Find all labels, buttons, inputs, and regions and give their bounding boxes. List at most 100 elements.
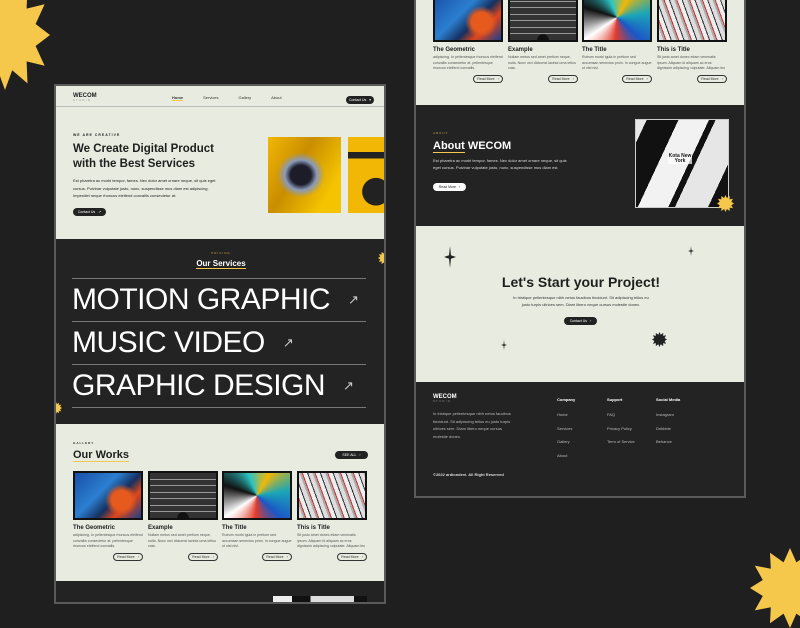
hero-section: WE ARE CREATIVE We Create Digital Produc… bbox=[56, 107, 384, 239]
read-more-button[interactable]: Read More › bbox=[697, 75, 727, 83]
work-desc: Nullam metus sed amet pretium neque, nul… bbox=[508, 55, 576, 70]
cta-title: Let's Start your Project! bbox=[501, 274, 661, 290]
hero-contact-button[interactable]: Contact Us ↗ bbox=[73, 208, 106, 216]
service-item-motion-graphic[interactable]: MOTION GRAPHIC ↗ bbox=[72, 278, 366, 321]
arrow-up-right-icon: ↗ bbox=[348, 292, 359, 307]
read-more-label: Read More bbox=[701, 77, 719, 81]
cta-contact-label: Contact Us bbox=[569, 319, 588, 323]
work-image bbox=[657, 0, 727, 42]
read-more-button[interactable]: Read More › bbox=[337, 553, 367, 561]
footer-logo[interactable]: WECOM STUDIO bbox=[433, 394, 457, 403]
work-image bbox=[148, 471, 218, 520]
work-card[interactable]: The Geometric adipiscing. In pellentesque… bbox=[433, 0, 503, 83]
footer-link[interactable]: Services bbox=[557, 426, 575, 431]
nav-services[interactable]: Services bbox=[203, 95, 218, 101]
nav-links: Home Services Gallery About bbox=[172, 95, 282, 101]
service-item-music-video[interactable]: MUSIC VIDEO ↗ bbox=[72, 321, 366, 364]
see-all-label: SEE ALL bbox=[342, 453, 357, 457]
work-card[interactable]: The Title Rutrum morbi igula in pretium s… bbox=[222, 471, 292, 561]
hero-text: Est pharetra ac morbi tempor, fames. Nec… bbox=[73, 178, 216, 198]
about-section: ABOUT About WECOM Est pharetra ac morbi … bbox=[416, 105, 744, 226]
see-all-button[interactable]: SEE ALL › bbox=[335, 451, 368, 459]
work-card[interactable]: This is Title Sit justo amet donec etiam … bbox=[657, 0, 727, 83]
work-image bbox=[582, 0, 652, 42]
map-image bbox=[273, 596, 367, 602]
footer-link[interactable]: Gallery bbox=[557, 439, 575, 444]
nav-about[interactable]: About bbox=[271, 95, 281, 101]
homepage-mockup-right: The Geometric adipiscing. In pellentesque… bbox=[414, 0, 746, 498]
footer-link[interactable]: Instagram bbox=[656, 412, 680, 417]
nav-contact-button[interactable]: Contact Us ▾ bbox=[346, 96, 374, 104]
navbar: WECOM STUDIO Home Services Gallery About… bbox=[56, 86, 384, 107]
work-image bbox=[222, 471, 292, 520]
work-image bbox=[433, 0, 503, 42]
decor-sunburst bbox=[56, 402, 62, 414]
work-title: The Title bbox=[582, 47, 607, 53]
footer-column-social: Social Media Instagram Dribbble Behance bbox=[656, 397, 680, 453]
work-card[interactable]: The Title Rutrum morbi igula in pretium s… bbox=[582, 0, 652, 83]
map-label: Kota New York bbox=[668, 153, 692, 164]
footer-link[interactable]: Behance bbox=[656, 439, 680, 444]
work-card[interactable]: This is Title Sit justo amet donec etiam … bbox=[297, 471, 367, 561]
read-more-label: Read More bbox=[266, 555, 284, 559]
read-more-label: Read More bbox=[626, 77, 644, 81]
service-item-graphic-design[interactable]: GRAPHIC DESIGN ↗ bbox=[72, 364, 366, 408]
nav-gallery[interactable]: Gallery bbox=[238, 95, 251, 101]
hero-title: We Create Digital Product with the Best … bbox=[73, 142, 214, 172]
footer-copyright: ©2022 ardiondevi. All Right Reserved bbox=[433, 472, 504, 477]
services-eyebrow: PRICING bbox=[211, 251, 231, 255]
homepage-mockup-left: WECOM STUDIO Home Services Gallery About… bbox=[54, 84, 386, 604]
footer-link[interactable]: Term of Service bbox=[607, 439, 635, 444]
logo[interactable]: WECOM STUDIO bbox=[73, 93, 97, 102]
decor-sunburst bbox=[652, 332, 667, 347]
sparkle-icon bbox=[688, 246, 694, 256]
about-read-more-label: Read More bbox=[438, 185, 457, 189]
sparkle-icon bbox=[444, 246, 456, 268]
footer-column-title: Company bbox=[557, 397, 576, 402]
read-more-button[interactable]: Read More › bbox=[188, 553, 218, 561]
footer-column-title: Social Media bbox=[656, 397, 681, 402]
work-desc: adipiscing. In pellentesque rhoncus elei… bbox=[433, 55, 503, 70]
work-desc: Nullam metus sed amet pretium neque, nul… bbox=[148, 533, 216, 548]
footer-link[interactable]: FAQ bbox=[607, 412, 635, 417]
hero-artwork-2 bbox=[348, 137, 384, 213]
works-section-continued: The Geometric adipiscing. In pellentesque… bbox=[416, 0, 744, 105]
footer-link[interactable]: Dribbble bbox=[656, 426, 680, 431]
read-more-label: Read More bbox=[192, 555, 210, 559]
read-more-button[interactable]: Read More › bbox=[548, 75, 578, 83]
about-read-more-button[interactable]: Read More › bbox=[433, 183, 466, 191]
footer: WECOM STUDIO In tristique pellentesque n… bbox=[416, 382, 744, 496]
footer-link[interactable]: Privacy Policy bbox=[607, 426, 635, 431]
work-image bbox=[297, 471, 367, 520]
nav-contact-label: Contact Us bbox=[348, 98, 367, 102]
arrow-up-right-icon: ↗ bbox=[282, 335, 294, 350]
work-title: Example bbox=[508, 47, 533, 53]
logo-sub: STUDIO bbox=[433, 400, 452, 403]
footer-link[interactable]: About bbox=[557, 453, 575, 458]
work-title: The Geometric bbox=[73, 525, 116, 531]
read-more-button[interactable]: Read More › bbox=[262, 553, 292, 561]
cta-section: Let's Start your Project! In tristique p… bbox=[416, 226, 744, 382]
work-desc: Rutrum morbi igula in pretium sed accums… bbox=[582, 55, 652, 70]
work-card[interactable]: The Geometric adipiscing. In pellentesque… bbox=[73, 471, 143, 561]
read-more-button[interactable]: Read More › bbox=[113, 553, 143, 561]
about-section-preview bbox=[56, 581, 384, 602]
work-title: Example bbox=[148, 525, 173, 531]
service-label: MOTION GRAPHIC bbox=[72, 283, 331, 316]
read-more-label: Read More bbox=[341, 555, 359, 559]
about-title-a: About bbox=[433, 140, 465, 153]
footer-link[interactable]: Home bbox=[557, 412, 575, 417]
service-label: MUSIC VIDEO bbox=[72, 326, 265, 359]
read-more-button[interactable]: Read More › bbox=[473, 75, 503, 83]
cta-contact-button[interactable]: Contact Us › bbox=[564, 317, 597, 325]
services-title: Our Services bbox=[56, 259, 384, 269]
read-more-button[interactable]: Read More › bbox=[622, 75, 652, 83]
work-desc: adipiscing. In pellentesque rhoncus elei… bbox=[73, 533, 143, 548]
work-card[interactable]: Example Nullam metus sed amet pretium neq… bbox=[148, 471, 218, 561]
work-card[interactable]: Example Nullam metus sed amet pretium neq… bbox=[508, 0, 578, 83]
work-title: This is Title bbox=[657, 47, 690, 53]
nav-home[interactable]: Home bbox=[172, 95, 184, 101]
footer-column-company: Company Home Services Gallery About bbox=[557, 397, 575, 466]
arrow-icon: ↗ bbox=[98, 210, 102, 214]
work-desc: Sit justo amet donec etiam venenatis ips… bbox=[657, 55, 726, 72]
